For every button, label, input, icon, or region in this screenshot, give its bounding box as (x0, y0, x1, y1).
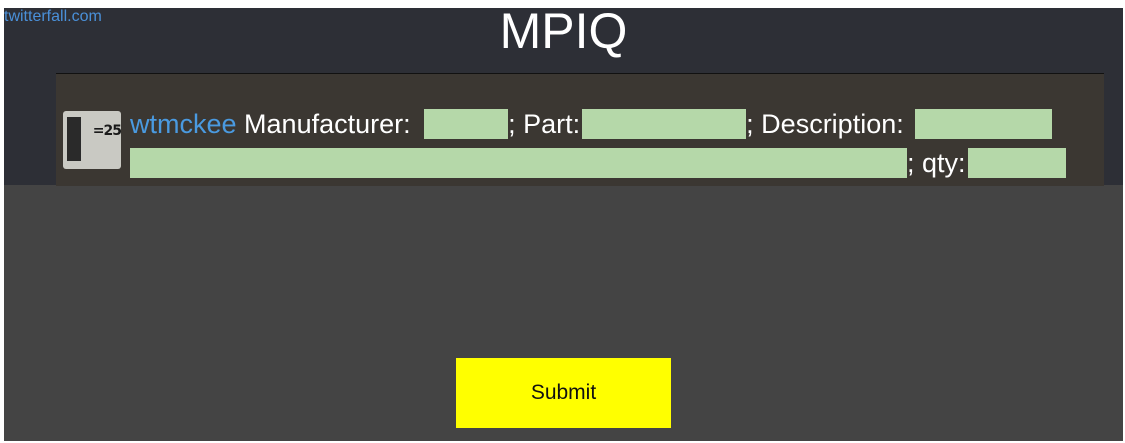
submit-button[interactable]: Submit (456, 358, 671, 428)
avatar[interactable]: =25 (63, 111, 121, 169)
part-label: ; Part: (508, 109, 581, 139)
description-label: ; Description: (746, 109, 904, 139)
app-frame: twitterfall.com MPIQ =25 wtmckee Manufac… (4, 8, 1123, 441)
part-redacted (582, 109, 747, 139)
tweet-username[interactable]: wtmckee (130, 109, 237, 139)
description-redacted-continued (130, 148, 907, 178)
qty-redacted (967, 148, 1066, 178)
qty-label: ; qty: (907, 148, 966, 178)
manufacturer-redacted (424, 109, 509, 139)
tweet-line-2: ; qty: (130, 147, 1066, 179)
description-redacted-start (915, 109, 1053, 139)
tweet-line-1: wtmckee Manufacturer: ; Part: ; Descripti… (130, 108, 1053, 140)
manufacturer-label: Manufacturer: (244, 109, 411, 139)
header: twitterfall.com MPIQ =25 wtmckee Manufac… (4, 8, 1123, 186)
page-title: MPIQ (499, 8, 628, 59)
avatar-text: =25 (92, 123, 121, 139)
tweet-card: =25 wtmckee Manufacturer: ; Part: ; Descr… (56, 73, 1104, 186)
